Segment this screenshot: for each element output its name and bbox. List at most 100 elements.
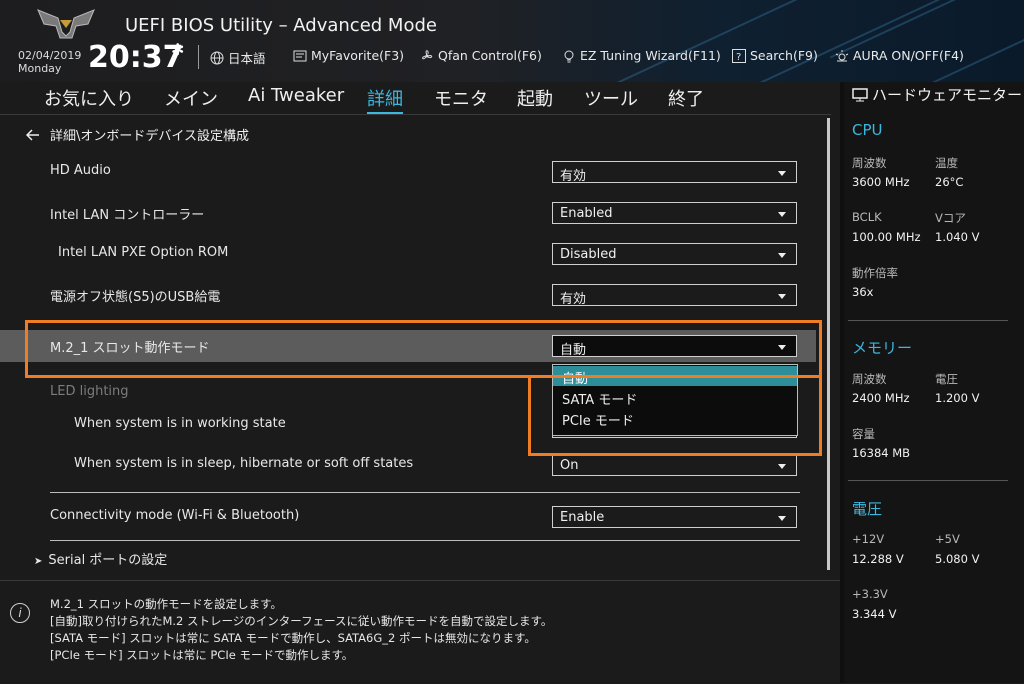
app-title: UEFI BIOS Utility – Advanced Mode [125,15,437,36]
cpu-freq-value: 3600 MHz [852,175,910,189]
intel-lan-controller-value: Enabled [560,206,613,221]
cpu-heading: CPU [852,121,883,139]
hardware-monitor-title: ハードウェアモニター [852,86,1022,104]
help-line: [SATA モード] スロットは常に SATA モードで動作し、SATA6G_2… [50,631,536,645]
myfavorite-button[interactable]: MyFavorite(F3) [293,48,404,63]
v33-value: 3.344 V [852,607,897,621]
section-divider [50,540,800,541]
language-label: 日本語 [228,51,266,66]
breadcrumb-text: 詳細\オンボードデバイス設定構成 [50,129,249,144]
panel-divider [848,320,1008,321]
favorite-list-icon [293,50,307,61]
help-line: [PCIe モード] スロットは常に PCIe モードで動作します。 [50,648,354,662]
sleep-state-value: On [560,458,579,473]
intel-lan-pxe-select[interactable]: Disabled [552,243,797,265]
highlight-box-row [25,320,822,378]
ratio-value: 36x [852,285,874,299]
v5-label: +5V [935,532,960,546]
svg-text:?: ? [736,52,741,63]
vcore-label: Vコア [935,211,966,225]
cpu-temp-label: 温度 [935,156,958,170]
intel-lan-controller-label: Intel LAN コントローラー [50,208,205,223]
mem-freq-value: 2400 MHz [852,391,910,405]
connectivity-mode-label: Connectivity mode (Wi-Fi & Bluetooth) [50,508,300,523]
lightbulb-icon [564,50,574,62]
hd-audio-label: HD Audio [50,163,111,178]
myfavorite-label: MyFavorite(F3) [311,48,405,63]
v5-value: 5.080 V [935,552,980,566]
usb-power-s5-value: 有効 [560,292,587,307]
usb-power-s5-select[interactable]: 有効 [552,284,797,307]
tuf-logo [37,9,95,39]
intel-lan-controller-select[interactable]: Enabled [552,202,797,224]
info-icon: i [10,603,30,623]
search-box-icon: ? [732,48,746,63]
chevron-down-icon [778,212,786,217]
language-button[interactable]: 日本語 [210,48,266,67]
ratio-label: 動作倍率 [852,266,898,280]
hd-audio-value: 有効 [560,169,587,184]
chevron-down-icon [778,294,786,299]
sleep-state-select[interactable]: On [552,454,797,476]
scrollbar[interactable] [827,118,830,570]
bclk-label: BCLK [852,210,882,224]
serial-port-label: Serial ポートの設定 [48,553,168,568]
chevron-down-icon [778,464,786,469]
memory-heading: メモリー [852,339,913,357]
tab-advanced[interactable]: 詳細 [367,85,403,114]
globe-icon [210,51,224,64]
tab-ai-tweaker[interactable]: Ai Tweaker [248,85,344,106]
date-text: 02/04/2019 [18,49,82,62]
day-text: Monday [18,62,62,75]
header-separator [198,45,199,69]
cpu-temp-value: 26°C [935,175,964,189]
search-button[interactable]: ? Search(F9) [732,48,818,63]
chevron-down-icon [778,171,786,176]
mem-capacity-label: 容量 [852,427,875,441]
chevron-right-icon: ➤ [34,556,43,567]
led-lighting-label: LED lighting [50,384,129,399]
usb-power-s5-label: 電源オフ状態(S5)のUSB給電 [50,290,221,305]
aura-label: AURA ON/OFF(F4) [853,48,964,63]
gear-icon[interactable]: ✻ [171,40,184,59]
search-label: Search(F9) [750,48,818,63]
v12-value: 12.288 V [852,552,904,566]
chevron-down-icon [778,253,786,258]
ez-tuning-label: EZ Tuning Wizard(F11) [580,48,721,63]
tab-tool[interactable]: ツール [584,85,638,111]
v12-label: +12V [852,532,885,546]
working-state-label: When system is in working state [74,416,286,431]
v33-label: +3.3V [852,587,888,601]
mem-volt-label: 電圧 [935,372,958,386]
back-arrow-icon[interactable] [26,128,40,141]
help-line: M.2_1 スロットの動作モードを設定します。 [50,597,282,611]
cpu-freq-label: 周波数 [852,156,887,170]
tab-main[interactable]: メイン [164,85,218,111]
sleep-state-label: When system is in sleep, hibernate or so… [74,456,414,471]
tab-boot[interactable]: 起動 [517,85,553,111]
mem-volt-value: 1.200 V [935,391,980,405]
hd-audio-select[interactable]: 有効 [552,161,797,184]
section-divider [50,492,800,493]
tab-favorites[interactable]: お気に入り [44,85,134,111]
chevron-down-icon [778,516,786,521]
bclk-value: 100.00 MHz [852,230,921,244]
intel-lan-pxe-value: Disabled [560,247,617,262]
serial-port-submenu[interactable]: ➤ Serial ポートの設定 [34,549,167,568]
intel-lan-pxe-label: Intel LAN PXE Option ROM [58,245,229,260]
vcore-value: 1.040 V [935,230,980,244]
tab-monitor[interactable]: モニタ [434,85,488,111]
panel-divider [848,480,1008,481]
mem-capacity-value: 16384 MB [852,446,911,460]
qfan-control-button[interactable]: Qfan Control(F6) [420,48,542,63]
ez-tuning-wizard-button[interactable]: EZ Tuning Wizard(F11) [562,48,721,63]
mem-freq-label: 周波数 [852,372,887,386]
tab-exit[interactable]: 終了 [668,85,704,111]
clock: 20:37 [88,40,184,75]
connectivity-mode-select[interactable]: Enable [552,506,797,528]
fan-icon [422,49,433,59]
aura-toggle-button[interactable]: AURA ON/OFF(F4) [835,48,964,63]
help-line: [自動]取り付けられたM.2 ストレージのインターフェースに従い動作モードを自動… [50,614,553,628]
voltage-heading: 電圧 [852,500,883,518]
qfan-label: Qfan Control(F6) [438,48,542,63]
